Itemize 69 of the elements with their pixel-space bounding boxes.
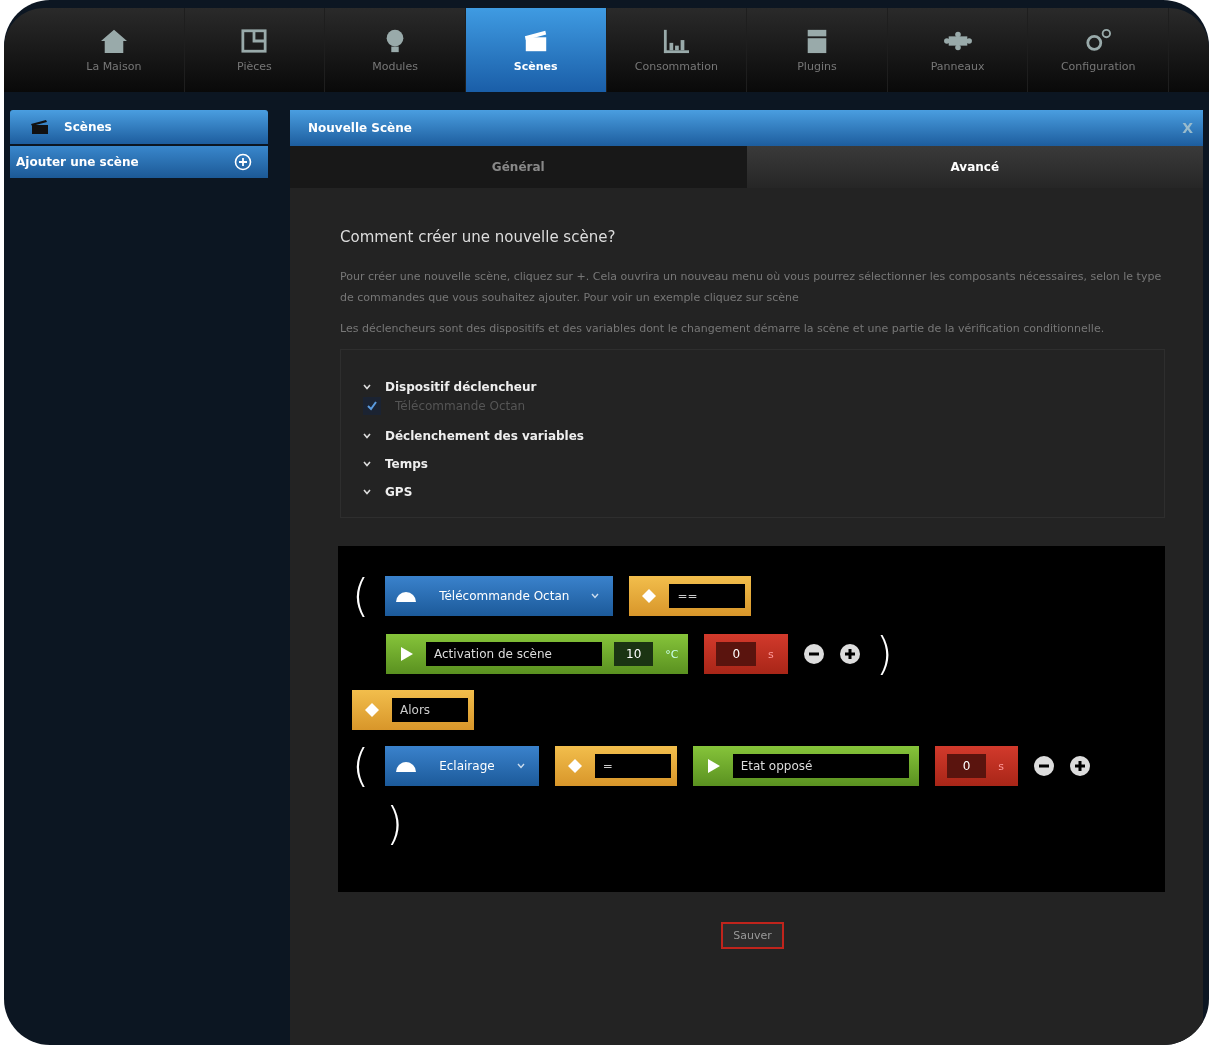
check-icon: [366, 400, 378, 412]
operator-block[interactable]: =: [554, 746, 677, 786]
delay-field[interactable]: 0: [716, 642, 757, 666]
checkbox[interactable]: [363, 397, 381, 415]
nav-tab[interactable]: Modules: [325, 8, 466, 92]
operator-block[interactable]: Alors: [352, 690, 474, 730]
dome-icon: [395, 589, 418, 603]
help-paragraph: Les déclencheurs sont des dispositifs et des variables dont le changement démarre la scène et une partie de la vérification conditionnelle.: [340, 321, 1106, 337]
action-field[interactable]: Activation de scène: [426, 642, 602, 666]
action-block[interactable]: Etat opposé: [692, 746, 919, 786]
diamond-icon: [566, 758, 583, 774]
nav-icon: [661, 27, 692, 54]
trigger-section[interactable]: GPS: [363, 485, 1142, 499]
trigger-section[interactable]: Temps: [363, 457, 1142, 471]
clapper-icon: [30, 119, 50, 135]
nav-tab[interactable]: La Maison: [44, 8, 185, 92]
nav-tab[interactable]: Consommation: [606, 8, 748, 92]
chevron-down-icon: [363, 461, 371, 467]
tab[interactable]: Général: [290, 146, 747, 188]
nav-tab[interactable]: Plugins: [747, 8, 888, 92]
device-dropdown[interactable]: Eclairage: [385, 746, 539, 786]
nav-tab[interactable]: Scènes: [465, 8, 607, 92]
dome-icon: [395, 759, 418, 773]
section-heading: Comment créer une nouvelle scène?: [340, 228, 617, 246]
add-scene-button[interactable]: Ajouter une scène: [10, 146, 268, 178]
nav-icon: [1083, 27, 1114, 54]
parenthesis: (: [352, 574, 370, 618]
value-field[interactable]: 10: [614, 642, 654, 666]
nav-tab[interactable]: Panneaux: [887, 8, 1029, 92]
play-icon: [706, 758, 721, 774]
operator-field[interactable]: =: [594, 754, 671, 778]
delay-block[interactable]: 0 s: [934, 746, 1019, 786]
chevron-down-icon: [363, 489, 371, 495]
operator-field[interactable]: Alors: [392, 698, 468, 722]
diamond-icon: [364, 702, 380, 718]
plus-icon: [234, 153, 252, 171]
unit-label: s: [998, 759, 1005, 773]
delay-field[interactable]: 0: [946, 754, 987, 778]
trigger-section[interactable]: Dispositif déclencheur: [363, 380, 1142, 394]
device-dropdown[interactable]: Télécommande Octan: [385, 576, 614, 616]
unit-label: s: [768, 647, 774, 661]
save-button[interactable]: Sauver: [721, 922, 784, 949]
trigger-section[interactable]: Déclenchement des variables: [363, 429, 1142, 443]
tab[interactable]: Avancé: [746, 146, 1203, 188]
chevron-down-icon: [363, 433, 371, 439]
unit-label: °C: [665, 647, 679, 661]
operator-field[interactable]: ==: [669, 584, 746, 608]
panel-title: Nouvelle Scène: [308, 121, 412, 135]
parenthesis: (: [352, 744, 370, 788]
parenthesis: ): [875, 632, 893, 676]
add-button[interactable]: [839, 644, 860, 664]
remove-button[interactable]: [803, 644, 824, 664]
action-block[interactable]: Activation de scène 10 °C: [386, 634, 689, 674]
diamond-icon: [641, 588, 658, 604]
sidebar-title: Scènes: [64, 120, 112, 134]
delay-block[interactable]: 0 s: [704, 634, 788, 674]
nav-icon: [239, 27, 270, 54]
chevron-down-icon: [363, 384, 371, 390]
play-icon: [400, 646, 414, 662]
remove-button[interactable]: [1034, 756, 1055, 776]
nav-tab[interactable]: Pièces: [184, 8, 326, 92]
caret-icon: [516, 763, 525, 769]
nav-tab[interactable]: Configuration: [1028, 8, 1169, 92]
operator-block[interactable]: ==: [629, 576, 752, 616]
help-paragraph: Pour créer une nouvelle scène, cliquez sur +. Cela ouvrira un nouveau menu où vous pourrez sélectionner les composants nécessaires, selon le type de commandes que vous souhaitez ajouter. Pour voir un exemple cliquez sur scène: [340, 269, 1163, 306]
add-button[interactable]: [1070, 756, 1091, 776]
caret-icon: [591, 593, 600, 599]
action-field[interactable]: Etat opposé: [732, 754, 909, 778]
parenthesis: ): [386, 802, 404, 846]
